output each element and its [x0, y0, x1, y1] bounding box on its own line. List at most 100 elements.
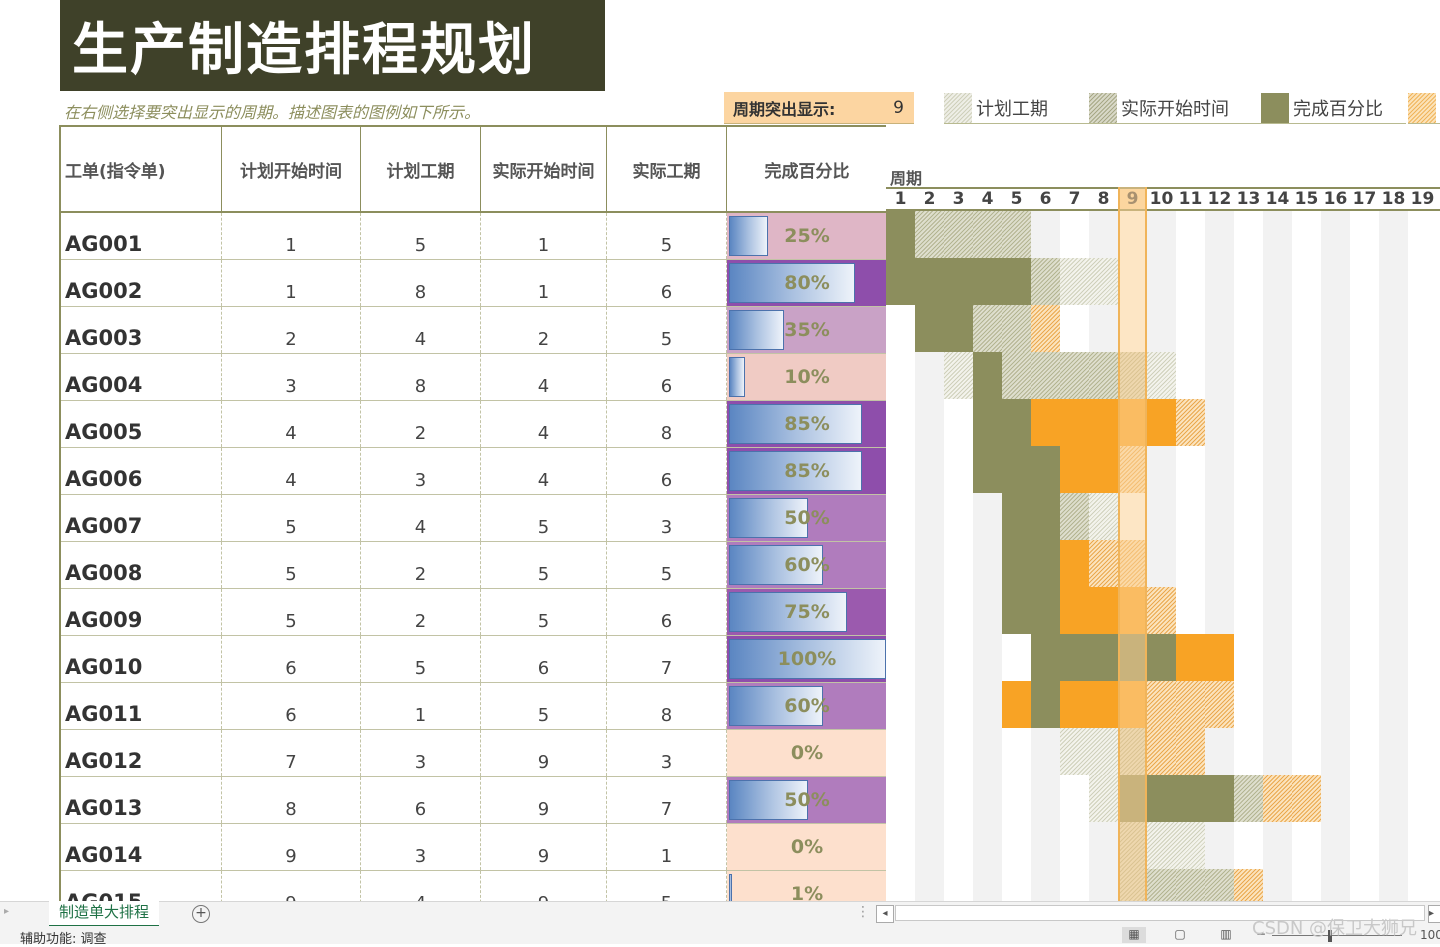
cell-actual-duration[interactable]: 6	[607, 354, 727, 400]
cell-order-id[interactable]: AG006	[61, 448, 222, 494]
gantt-complete-bar[interactable]	[915, 305, 944, 352]
table-row[interactable]: AG002 1 8 1 6 80%	[61, 260, 886, 307]
cell-plan-start[interactable]: 3	[222, 354, 361, 400]
col-header-percent[interactable]: 完成百分比	[727, 127, 886, 211]
cell-order-id[interactable]: AG003	[61, 307, 222, 353]
cell-plan-start[interactable]: 7	[222, 730, 361, 776]
cell-plan-start[interactable]: 1	[222, 260, 361, 306]
cell-actual-duration[interactable]: 6	[607, 260, 727, 306]
cell-actual-start[interactable]: 5	[481, 683, 607, 729]
cell-order-id[interactable]: AG007	[61, 495, 222, 541]
cell-actual-start[interactable]: 4	[481, 354, 607, 400]
cell-actual-start[interactable]: 1	[481, 260, 607, 306]
cell-plan-duration[interactable]: 4	[361, 495, 481, 541]
gantt-actual-bar[interactable]	[973, 211, 1002, 258]
table-row[interactable]: AG003 2 4 2 5 35%	[61, 307, 886, 354]
cell-plan-duration[interactable]: 6	[361, 777, 481, 823]
gantt-complete-bar[interactable]	[1060, 540, 1089, 587]
split-handle-icon[interactable]: ⋮	[856, 904, 870, 920]
add-sheet-icon[interactable]: +	[192, 905, 210, 923]
cell-percent[interactable]: 50%	[727, 777, 886, 823]
gantt-actual-bar[interactable]	[1176, 399, 1205, 446]
cell-actual-start[interactable]: 4	[481, 448, 607, 494]
gantt-actual-bar[interactable]	[1234, 869, 1263, 901]
gantt-complete-bar[interactable]	[1205, 775, 1234, 822]
cell-plan-start[interactable]: 4	[222, 448, 361, 494]
gantt-complete-bar[interactable]	[886, 211, 915, 258]
gantt-actual-bar[interactable]	[1031, 258, 1060, 305]
gantt-complete-bar[interactable]	[915, 258, 944, 305]
cell-actual-duration[interactable]: 8	[607, 683, 727, 729]
cell-order-id[interactable]: AG009	[61, 589, 222, 635]
table-row[interactable]: AG011 6 1 5 8 60%	[61, 683, 886, 730]
cell-actual-duration[interactable]: 5	[607, 307, 727, 353]
gantt-complete-bar[interactable]	[1147, 775, 1176, 822]
cell-order-id[interactable]: AG013	[61, 777, 222, 823]
table-row[interactable]: AG001 1 5 1 5 25%	[61, 213, 886, 260]
col-header-plan-start[interactable]: 计划开始时间	[222, 127, 361, 211]
cell-order-id[interactable]: AG015	[61, 871, 222, 901]
gantt-actual-bar[interactable]	[1205, 681, 1234, 728]
cell-plan-duration[interactable]: 1	[361, 683, 481, 729]
gantt-actual-bar[interactable]	[1002, 352, 1031, 399]
cell-actual-duration[interactable]: 8	[607, 401, 727, 447]
gantt-complete-bar[interactable]	[1002, 399, 1031, 446]
page-break-icon[interactable]: ▥	[1214, 927, 1238, 943]
table-row[interactable]: AG012 7 3 9 3 0%	[61, 730, 886, 777]
gantt-complete-bar[interactable]	[1060, 446, 1089, 493]
table-row[interactable]: AG01594951%	[61, 871, 886, 901]
cell-plan-start[interactable]: 6	[222, 636, 361, 682]
gantt-complete-bar[interactable]	[1031, 587, 1060, 634]
cell-plan-duration[interactable]: 8	[361, 260, 481, 306]
gantt-complete-bar[interactable]	[1089, 399, 1118, 446]
gantt-complete-bar[interactable]	[1031, 634, 1060, 681]
gantt-actual-bar[interactable]	[1263, 775, 1292, 822]
gantt-complete-bar[interactable]	[944, 305, 973, 352]
gantt-complete-bar[interactable]	[1002, 587, 1031, 634]
cell-plan-duration[interactable]: 2	[361, 401, 481, 447]
gantt-actual-bar[interactable]	[1176, 869, 1205, 901]
table-row[interactable]: AG004 3 8 4 6 10%	[61, 354, 886, 401]
cell-plan-duration[interactable]: 4	[361, 871, 481, 901]
gantt-complete-bar[interactable]	[1031, 681, 1060, 728]
cell-percent[interactable]: 60%	[727, 542, 886, 588]
gantt-complete-bar[interactable]	[1031, 493, 1060, 540]
gantt-complete-bar[interactable]	[1060, 681, 1089, 728]
gantt-actual-bar[interactable]	[1060, 493, 1089, 540]
cell-percent[interactable]: 1%	[727, 871, 886, 901]
table-row[interactable]: AG009 5 2 5 6 75%	[61, 589, 886, 636]
gantt-complete-bar[interactable]	[1002, 681, 1031, 728]
gantt-actual-bar[interactable]	[915, 211, 944, 258]
period-highlight-input[interactable]: 9	[883, 98, 914, 118]
cell-order-id[interactable]: AG008	[61, 542, 222, 588]
cell-order-id[interactable]: AG010	[61, 636, 222, 682]
gantt-complete-bar[interactable]	[1060, 399, 1089, 446]
gantt-complete-bar[interactable]	[1205, 634, 1234, 681]
scroll-right-icon[interactable]: ▸	[1428, 905, 1440, 923]
table-row[interactable]: AG010 6 5 6 7 100%	[61, 636, 886, 683]
cell-actual-start[interactable]: 4	[481, 401, 607, 447]
gantt-complete-bar[interactable]	[886, 258, 915, 305]
gantt-complete-bar[interactable]	[1089, 634, 1118, 681]
cell-plan-start[interactable]: 2	[222, 307, 361, 353]
gantt-actual-bar[interactable]	[1176, 681, 1205, 728]
cell-actual-duration[interactable]: 7	[607, 636, 727, 682]
col-header-actual-duration[interactable]: 实际工期	[607, 127, 727, 211]
gantt-actual-bar[interactable]	[1031, 352, 1060, 399]
gantt-complete-bar[interactable]	[1031, 446, 1060, 493]
gantt-actual-bar[interactable]	[1205, 869, 1234, 901]
cell-plan-start[interactable]: 5	[222, 542, 361, 588]
cell-plan-start[interactable]: 1	[222, 213, 361, 259]
sheet-tab-active[interactable]: 制造单大排程	[49, 901, 160, 928]
cell-order-id[interactable]: AG011	[61, 683, 222, 729]
cell-actual-duration[interactable]: 3	[607, 495, 727, 541]
gantt-complete-bar[interactable]	[973, 352, 1002, 399]
gantt-actual-bar[interactable]	[1089, 540, 1118, 587]
accessibility-status[interactable]: 辅助功能: 调查	[20, 928, 107, 947]
cell-percent[interactable]: 25%	[727, 213, 886, 259]
gantt-complete-bar[interactable]	[1089, 587, 1118, 634]
sheet-nav-icon[interactable]: ▸	[4, 906, 9, 917]
gantt-complete-bar[interactable]	[1147, 399, 1176, 446]
gantt-actual-bar[interactable]	[1147, 681, 1176, 728]
table-row[interactable]: AG014 9 3 9 1 0%	[61, 824, 886, 871]
